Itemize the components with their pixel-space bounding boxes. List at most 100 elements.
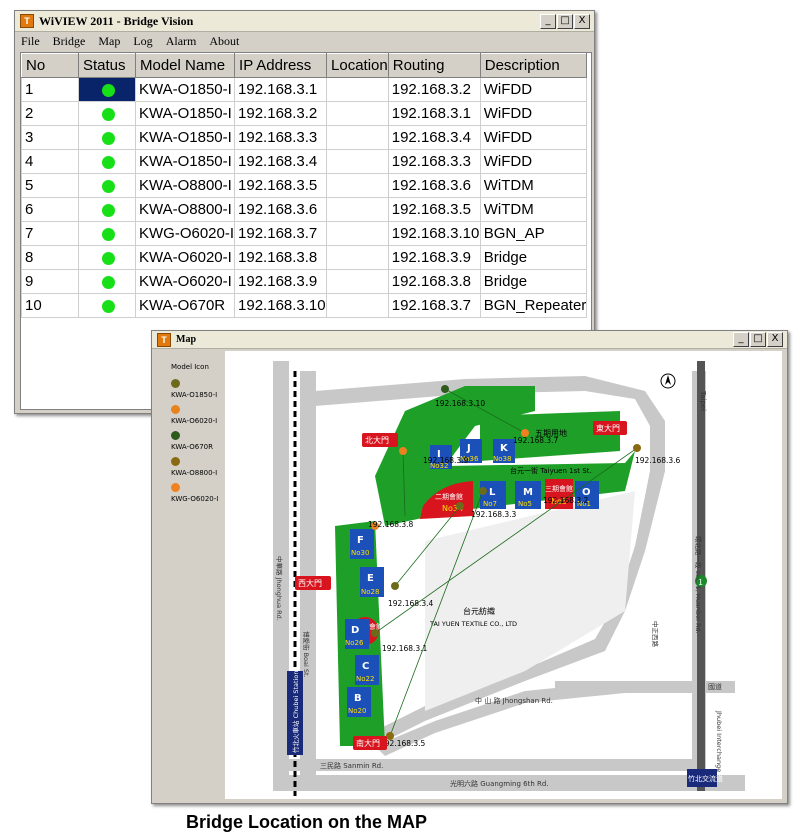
cell-routing: 192.168.3.5 <box>387 197 481 222</box>
cell-ip-address: 192.168.3.3 <box>234 125 328 150</box>
column-header-model-name[interactable]: Model Name <box>134 53 236 78</box>
cell-routing: 192.168.3.3 <box>387 149 481 174</box>
column-header-routing[interactable]: Routing <box>387 53 481 78</box>
road-label-guangming: 光明六路 Guangming 6th Rd. <box>450 779 549 788</box>
device-node[interactable] <box>399 447 407 455</box>
gate-label: 西大門 <box>298 578 322 588</box>
legend-dot-icon <box>171 379 180 388</box>
road-label-huanbei: 環北路一段 sec. 1, Huanbei Rd. <box>694 536 703 634</box>
cell-no: 10 <box>21 293 79 318</box>
cell-status <box>78 101 136 126</box>
column-header-location[interactable]: Location <box>326 53 389 78</box>
cell-ip-address: 192.168.3.7 <box>234 221 328 246</box>
ip-label: 192.168.3.3 <box>471 510 517 519</box>
table-row[interactable]: 10 KWA-O670R 192.168.3.10 192.168.3.7 BGN_Re… <box>21 293 588 318</box>
table-row[interactable]: 6 KWA-O8800-I 192.168.3.6 192.168.3.5 WiTDM <box>21 197 588 222</box>
minimize-button[interactable]: _ <box>540 13 556 29</box>
interchange-en-label: Jhubei Interchange <box>715 710 723 772</box>
cell-ip-address: 192.168.3.6 <box>234 197 328 222</box>
cell-status <box>78 245 136 270</box>
cell-description: BGN_Repeater <box>479 293 588 318</box>
building-letter: F <box>357 535 364 546</box>
ip-label: 192.168.3.2 <box>543 496 589 505</box>
map-titlebar[interactable]: T Map _ □ X <box>152 331 787 349</box>
interchange-label: 竹北交流道 <box>688 774 723 783</box>
cell-ip-address: 192.168.3.5 <box>234 173 328 198</box>
device-rows: 1 KWA-O1850-I 192.168.3.1 192.168.3.2 WiFDD 2… <box>21 77 588 318</box>
map-maximize-button[interactable]: □ <box>750 332 766 347</box>
device-node[interactable] <box>441 385 449 393</box>
legend-item: KWG-O6020-I <box>171 483 218 503</box>
menu-about[interactable]: About <box>209 34 239 49</box>
building-number: No20 <box>348 707 366 715</box>
legend-label: KWG-O6020-I <box>171 495 219 503</box>
cell-description: WiTDM <box>479 197 588 222</box>
map-app-icon: T <box>157 332 171 347</box>
cell-description: WiFDD <box>479 101 588 126</box>
cell-no: 7 <box>21 221 79 246</box>
cell-routing: 192.168.3.9 <box>387 245 481 270</box>
cell-ip-address: 192.168.3.10 <box>234 293 328 318</box>
textile-cn-label: 台元紡織 <box>463 606 495 616</box>
guodao-label: 國道 <box>708 682 722 691</box>
cell-location <box>326 245 389 270</box>
device-node[interactable] <box>456 502 464 510</box>
close-button[interactable]: X <box>574 13 590 29</box>
table-row[interactable]: 4 KWA-O1850-I 192.168.3.4 192.168.3.3 WiFDD <box>21 149 588 174</box>
table-header-row: No Status Model Name IP Address Location… <box>21 53 588 78</box>
map-close-button[interactable]: X <box>767 332 783 347</box>
building-number: No7 <box>483 500 497 508</box>
cell-model-name: KWA-O1850-I <box>134 101 236 126</box>
cell-ip-address: 192.168.3.4 <box>234 149 328 174</box>
device-node[interactable] <box>479 487 487 495</box>
ip-label: 192.168.3.1 <box>382 644 428 653</box>
cell-status <box>78 149 136 174</box>
building-letter: B <box>354 693 362 704</box>
app-icon: T <box>20 14 34 28</box>
menu-alarm[interactable]: Alarm <box>166 34 197 49</box>
menu-bridge[interactable]: Bridge <box>53 34 86 49</box>
column-header-ip-address[interactable]: IP Address <box>234 53 328 78</box>
cell-ip-address: 192.168.3.9 <box>234 269 328 294</box>
legend-dot-icon <box>171 431 180 440</box>
cell-model-name: KWA-O1850-I <box>134 149 236 174</box>
device-node[interactable] <box>633 444 641 452</box>
device-table: No Status Model Name IP Address Location… <box>21 53 588 318</box>
device-node[interactable] <box>371 629 379 637</box>
cell-model-name: KWA-O1850-I <box>134 125 236 150</box>
cell-location <box>326 101 389 126</box>
table-row[interactable]: 1 KWA-O1850-I 192.168.3.1 192.168.3.2 WiFDD <box>21 77 588 102</box>
cell-no: 6 <box>21 197 79 222</box>
device-node[interactable] <box>391 582 399 590</box>
map-minimize-button[interactable]: _ <box>733 332 749 347</box>
ip-label: 192.168.3.9 <box>423 456 469 465</box>
building-letter: J <box>466 443 471 454</box>
cell-location <box>326 149 389 174</box>
building-letter: E <box>367 573 374 584</box>
cell-status <box>78 125 136 150</box>
table-row[interactable]: 7 KWG-O6020-I 192.168.3.7 192.168.3.10 BGN_A… <box>21 221 588 246</box>
cell-routing: 192.168.3.1 <box>387 101 481 126</box>
building-number: No26 <box>345 639 364 647</box>
maximize-button[interactable]: □ <box>557 13 573 29</box>
main-titlebar[interactable]: T WiVIEW 2011 - Bridge Vision _ □ X <box>15 11 594 32</box>
cell-location <box>326 269 389 294</box>
campus-map[interactable]: 1 台元紡織 TAI YUEN TEXTILE CO., LTD 五期用地 台元… <box>225 351 782 799</box>
table-row[interactable]: 9 KWA-O6020-I 192.168.3.9 192.168.3.8 Bridge <box>21 269 588 294</box>
table-row[interactable]: 8 KWA-O6020-I 192.168.3.8 192.168.3.9 Bridge <box>21 245 588 270</box>
column-header-description[interactable]: Description <box>479 53 588 78</box>
cell-routing: 192.168.3.7 <box>387 293 481 318</box>
menu-map[interactable]: Map <box>98 34 120 49</box>
table-row[interactable]: 2 KWA-O1850-I 192.168.3.2 192.168.3.1 WiFDD <box>21 101 588 126</box>
building-number: No30 <box>351 549 369 557</box>
menu-file[interactable]: File <box>21 34 40 49</box>
column-header-no[interactable]: No <box>21 53 79 78</box>
table-row[interactable]: 3 KWA-O1850-I 192.168.3.3 192.168.3.4 WiFDD <box>21 125 588 150</box>
status-led-icon <box>102 83 115 97</box>
table-row[interactable]: 5 KWA-O8800-I 192.168.3.5 192.168.3.6 WiTDM <box>21 173 588 198</box>
menu-log[interactable]: Log <box>133 34 152 49</box>
column-header-status[interactable]: Status <box>78 53 136 78</box>
figure-caption: Bridge Location on the MAP <box>186 812 427 832</box>
cell-model-name: KWA-O670R <box>134 293 236 318</box>
legend-label: KWA-O8800-I <box>171 469 218 477</box>
